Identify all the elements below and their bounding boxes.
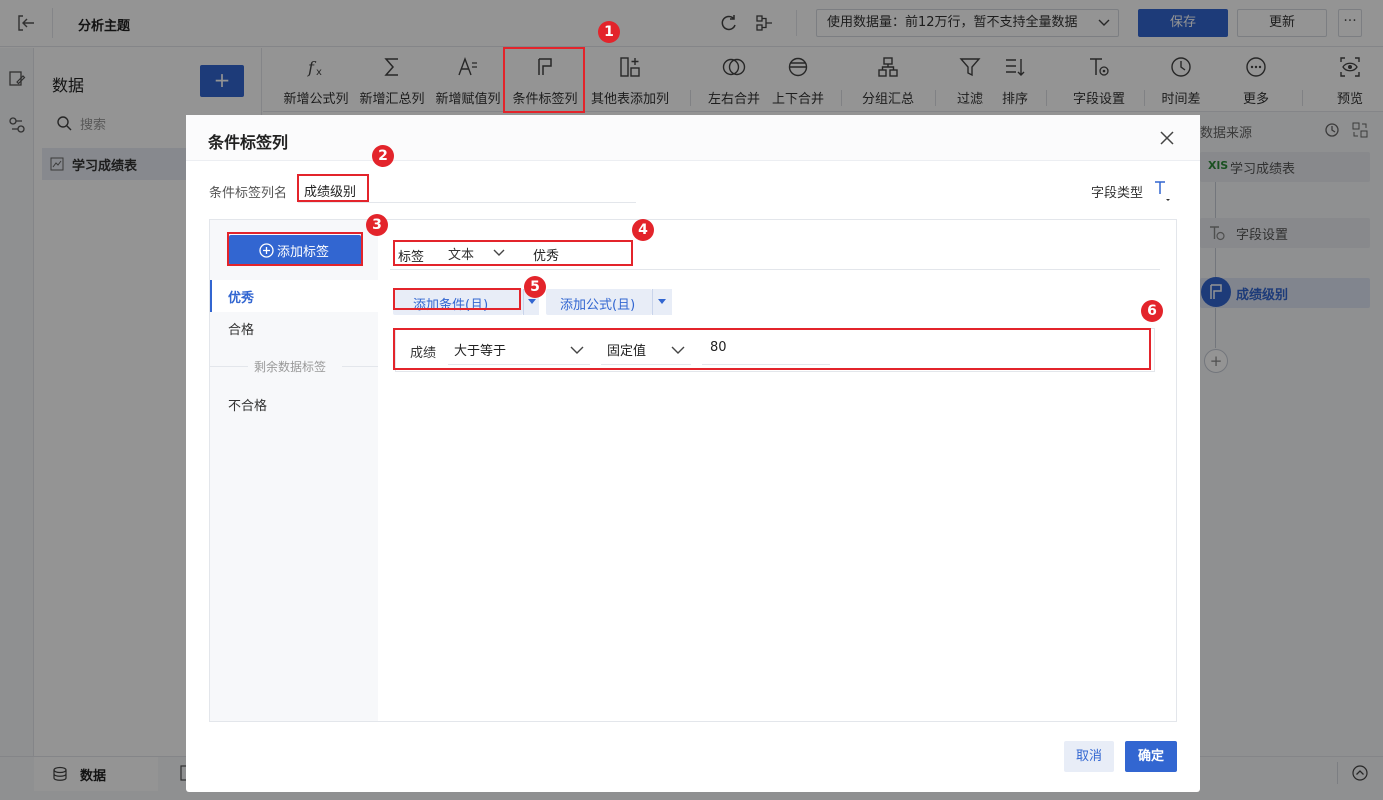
remaining-label: 剩余数据标签 (254, 360, 327, 374)
add-formula-dropdown[interactable] (652, 289, 672, 315)
callout-badge-2: 2 (372, 145, 394, 167)
caret-down-icon (528, 299, 536, 304)
callout-badge-6: 6 (1141, 300, 1163, 322)
remaining-data-divider: 剩余数据标签 (210, 356, 378, 376)
column-name-label: 条件标签列名 (209, 186, 288, 201)
tag-item-fail[interactable]: 不合格 (210, 388, 378, 420)
close-icon[interactable] (1158, 129, 1176, 147)
divider (210, 366, 248, 367)
tag-item-label: 不合格 (228, 399, 268, 414)
condition-tag-dialog: 条件标签列 条件标签列名 成绩级别 字段类型 添加标签 优秀 合格 剩余数据标签… (186, 115, 1200, 792)
highlight-box-3 (227, 232, 363, 266)
selected-indicator (210, 280, 212, 312)
add-formula-label: 添加公式(且) (560, 298, 636, 313)
callout-badge-1: 1 (598, 21, 620, 43)
highlight-box-2 (297, 174, 369, 202)
dialog-body: 添加标签 优秀 合格 剩余数据标签 不合格 标签 文本 优秀 添加条件(且) 添… (209, 219, 1177, 722)
divider (342, 366, 378, 367)
confirm-button[interactable]: 确定 (1125, 741, 1177, 772)
field-type-label: 字段类型 (1091, 186, 1144, 201)
callout-badge-3: 3 (366, 214, 388, 236)
dialog-title: 条件标签列 (208, 133, 289, 152)
dialog-header (186, 115, 1200, 161)
tag-list: 添加标签 优秀 合格 剩余数据标签 不合格 (210, 220, 378, 721)
highlight-box-1 (503, 47, 585, 113)
callout-badge-4: 4 (632, 219, 654, 241)
highlight-box-5 (393, 288, 521, 310)
add-formula-button[interactable]: 添加公式(且) (546, 289, 652, 315)
cancel-button[interactable]: 取消 (1064, 741, 1114, 772)
tag-item-label: 优秀 (228, 291, 255, 306)
text-type-icon[interactable] (1151, 178, 1173, 202)
callout-badge-5: 5 (524, 276, 546, 298)
caret-down-icon (658, 299, 666, 304)
highlight-box-4 (393, 240, 633, 266)
tag-item-pass[interactable]: 合格 (210, 312, 378, 344)
highlight-box-6 (393, 328, 1151, 370)
tag-item-label: 合格 (228, 323, 255, 338)
tag-item-excellent[interactable]: 优秀 (210, 280, 378, 312)
